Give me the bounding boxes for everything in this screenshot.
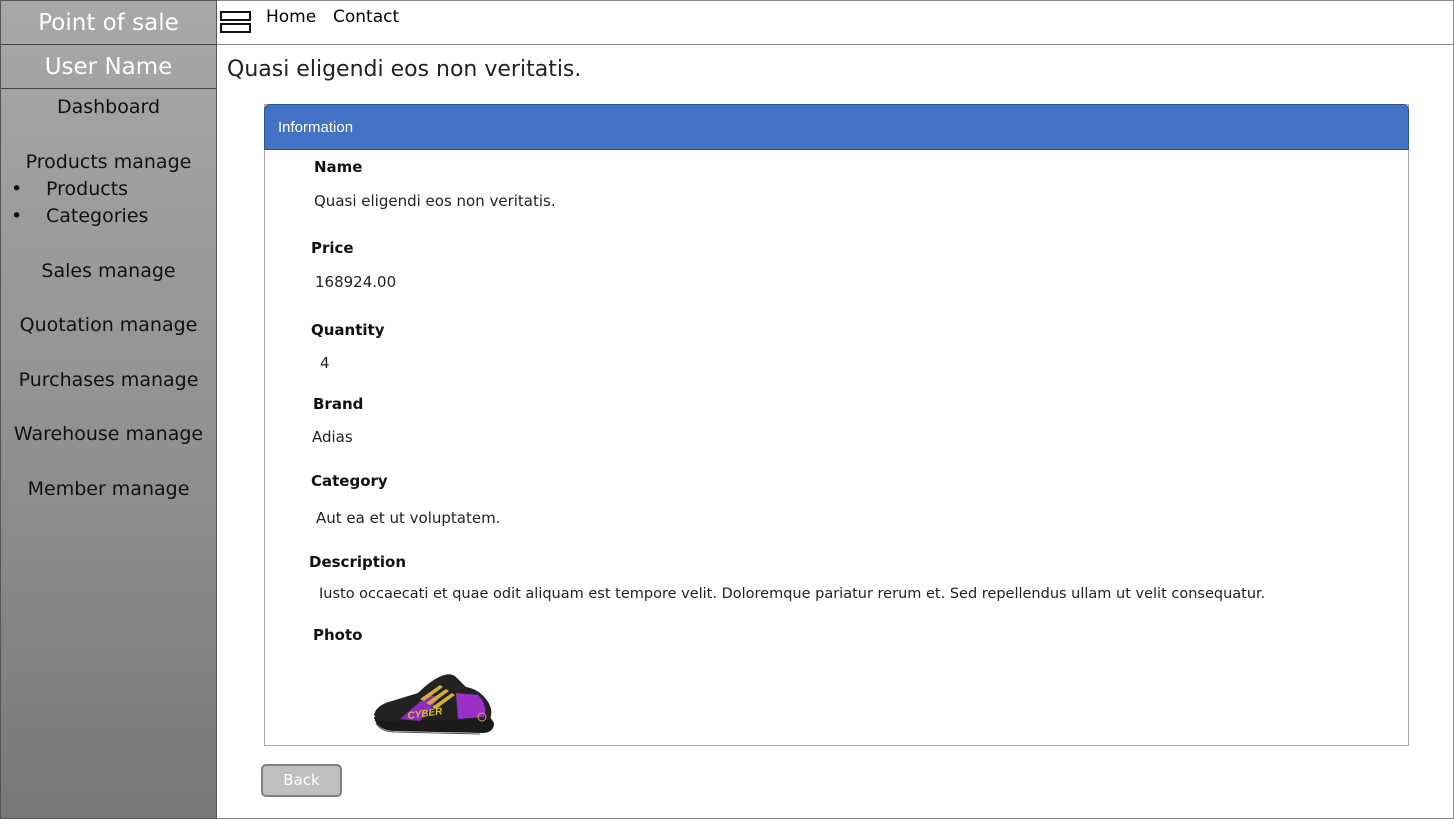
- sidebar-item-warehouse-manage[interactable]: Warehouse manage: [1, 423, 216, 445]
- information-panel: Information Name Quasi eligendi eos non …: [264, 104, 1409, 746]
- user-name[interactable]: User Name: [1, 45, 216, 89]
- app-title: Point of sale: [1, 1, 216, 45]
- bullet-icon: •: [11, 205, 23, 227]
- sidebar-subitem-label: Categories: [46, 205, 149, 227]
- sidebar-item-member-manage[interactable]: Member manage: [1, 478, 216, 500]
- description-label: Description: [309, 553, 407, 571]
- nav-link-contact[interactable]: Contact: [333, 7, 399, 27]
- panel-header: Information: [264, 104, 1409, 150]
- main-content: Quasi eligendi eos non veritatis. Inform…: [217, 45, 1454, 819]
- top-navbar: Home Contact: [217, 0, 1454, 45]
- category-value: Aut ea et ut voluptatem.: [316, 509, 501, 527]
- name-value: Quasi eligendi eos non veritatis.: [314, 192, 556, 210]
- sidebar-item-products-manage[interactable]: Products manage: [1, 151, 216, 173]
- bullet-icon: •: [11, 178, 23, 200]
- nav-link-home[interactable]: Home: [266, 7, 316, 27]
- brand-value: Adias: [312, 428, 353, 446]
- sidebar-item-purchases-manage[interactable]: Purchases manage: [1, 369, 216, 391]
- panel-header-label: Information: [278, 119, 354, 136]
- price-label: Price: [311, 239, 354, 257]
- sidebar-item-dashboard[interactable]: Dashboard: [1, 96, 216, 118]
- page-title: Quasi eligendi eos non veritatis.: [227, 57, 582, 82]
- back-button[interactable]: Back: [261, 764, 342, 797]
- brand-label: Brand: [313, 395, 364, 413]
- sidebar: Point of sale User Name Dashboard Produc…: [0, 0, 217, 819]
- sneaker-photo: CYBER: [374, 674, 494, 735]
- category-label: Category: [311, 472, 388, 490]
- photo-label: Photo: [313, 626, 363, 644]
- quantity-value: 4: [320, 354, 330, 372]
- hamburger-icon[interactable]: [220, 11, 251, 35]
- name-label: Name: [314, 158, 363, 176]
- price-value: 168924.00: [315, 273, 397, 291]
- description-value: Iusto occaecati et quae odit aliquam est…: [319, 586, 1266, 602]
- sidebar-subitem-label: Products: [46, 178, 129, 200]
- sidebar-item-sales-manage[interactable]: Sales manage: [1, 260, 216, 282]
- sidebar-item-quotation-manage[interactable]: Quotation manage: [1, 314, 216, 336]
- quantity-label: Quantity: [311, 321, 385, 339]
